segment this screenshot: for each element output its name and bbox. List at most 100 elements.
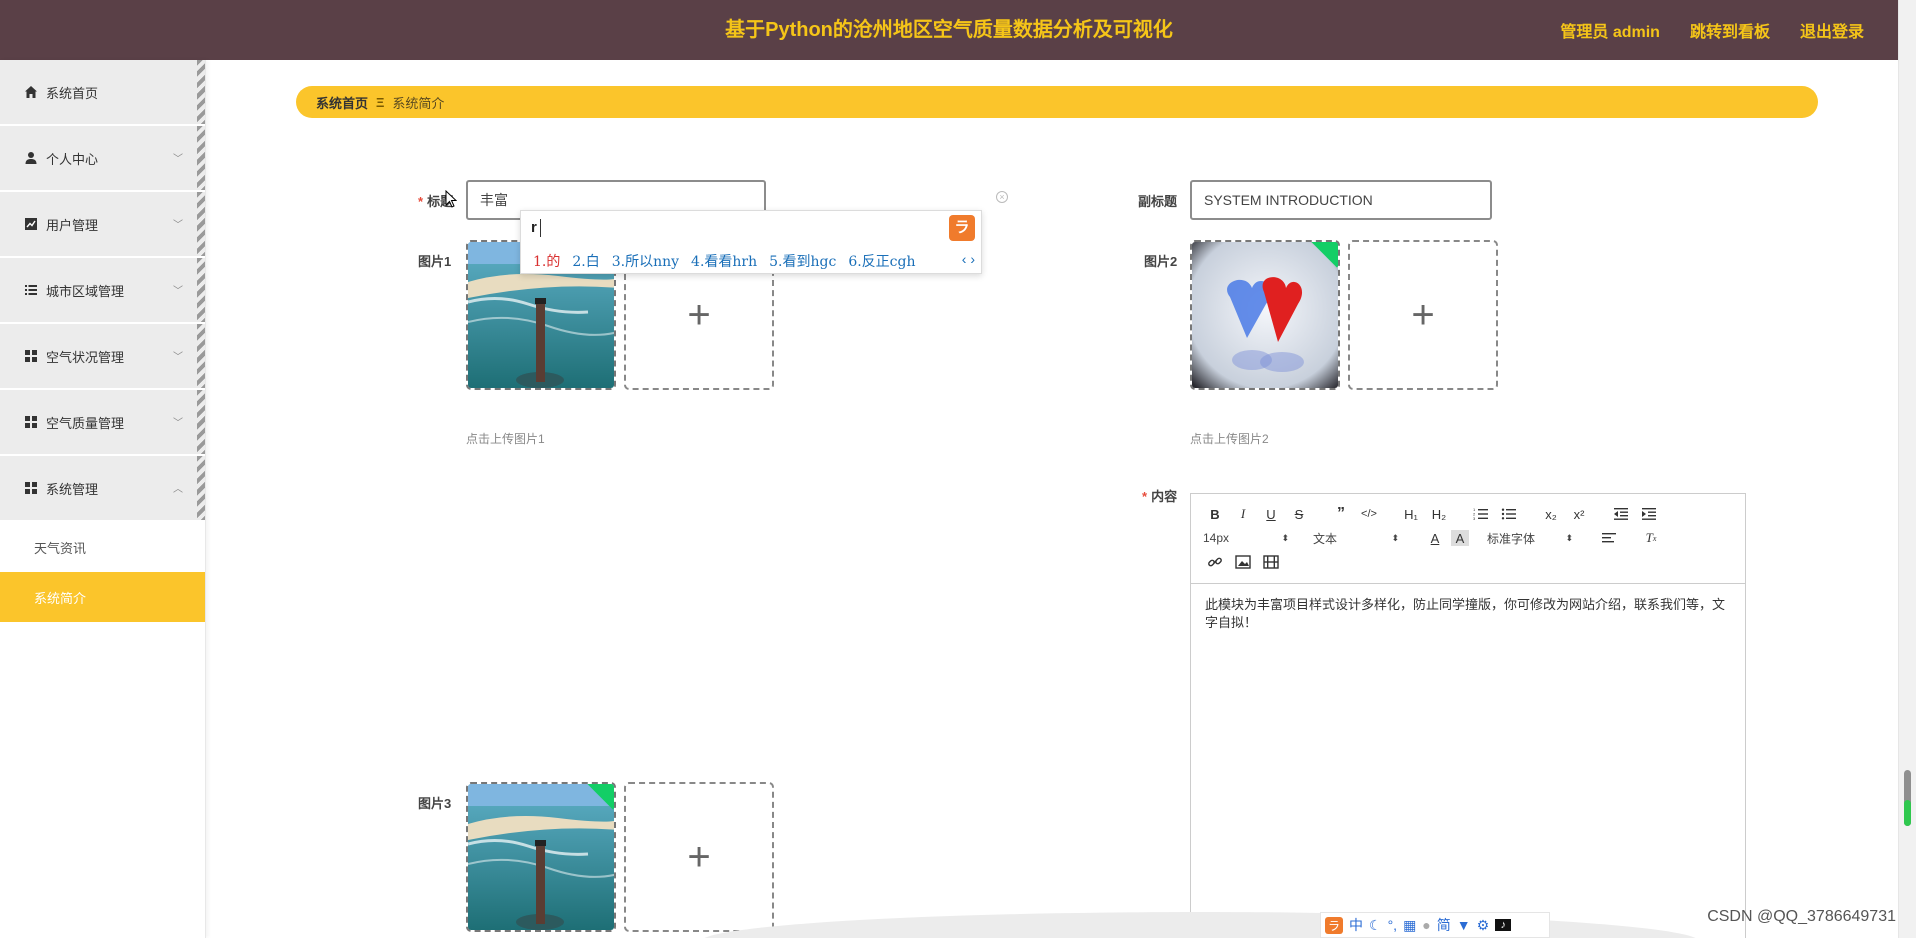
hearts-image xyxy=(1192,242,1338,388)
bold-button[interactable]: B xyxy=(1203,503,1227,525)
bullet-list-button[interactable] xyxy=(1497,503,1521,525)
pic3-upload-button[interactable]: + xyxy=(624,782,774,932)
ime-logo-icon: ラ xyxy=(949,215,975,241)
underline-button[interactable]: U xyxy=(1259,503,1283,525)
ime-candidate-popup: r ラ 1.的 2.白 3.所以nny 4.看看hrh 5.看到hgc 6.反正… xyxy=(520,210,982,274)
pic3-thumbnail[interactable] xyxy=(466,782,616,932)
breadcrumb-current: 系统简介 xyxy=(392,95,445,111)
subscript-button[interactable]: x₂ xyxy=(1539,503,1563,525)
video-icon[interactable] xyxy=(1259,551,1283,573)
sidebar-item-personal[interactable]: 个人中心 ﹀ xyxy=(0,126,205,192)
plus-icon: + xyxy=(687,835,711,879)
strike-button[interactable]: S xyxy=(1287,503,1311,525)
italic-button[interactable]: I xyxy=(1231,503,1255,525)
pic2-hint: 点击上传图片2 xyxy=(1190,432,1269,446)
ime-page-arrows[interactable]: ‹ › xyxy=(962,251,975,267)
ime-candidate[interactable]: 5.看到hgc xyxy=(769,251,836,271)
list-icon xyxy=(24,283,38,297)
mouse-cursor-icon xyxy=(445,190,457,208)
page-scrollbar[interactable] xyxy=(1898,0,1916,938)
font-size-select[interactable]: 14px ⬍ xyxy=(1203,531,1289,545)
chevron-down-icon: ﹀ xyxy=(173,352,183,363)
sidebar-item-regions[interactable]: 城市区域管理 ﹀ xyxy=(0,258,205,324)
outdent-button[interactable] xyxy=(1609,503,1633,525)
rich-text-editor: B I U S ” </> H₁ H₂ 123 x₂ x² 14px ⬍ 文本 … xyxy=(1190,493,1746,938)
content-label: * 内容 xyxy=(1142,486,1177,505)
sidebar: 系统首页 个人中心 ﹀ 用户管理 ﹀ 城市区域管理 ﹀ 空气状况管理 ﹀ 空气质… xyxy=(0,60,206,938)
skin-icon[interactable]: ▼ xyxy=(1457,917,1471,933)
ime-caret xyxy=(540,219,541,237)
chevron-down-icon: ﹀ xyxy=(173,154,183,165)
gear-icon[interactable]: ⚙ xyxy=(1477,917,1490,934)
moon-icon[interactable]: ☾ xyxy=(1369,917,1382,934)
sidebar-item-label: 个人中心 xyxy=(46,151,99,167)
background-color-button[interactable]: A xyxy=(1451,530,1469,546)
pic2-label: 图片2 xyxy=(1144,254,1178,269)
select-arrow-icon: ⬍ xyxy=(1565,532,1573,543)
ime-candidate[interactable]: 2.白 xyxy=(572,251,599,271)
ime-toolbar: ラ 中 ☾ °, ▦ ● 简 ▼ ⚙ ♪ xyxy=(1320,912,1550,938)
select-arrow-icon: ⬍ xyxy=(1391,532,1399,543)
home-icon xyxy=(24,85,38,99)
keyboard-icon[interactable]: ▦ xyxy=(1403,917,1416,934)
dashboard-link[interactable]: 跳转到看板 xyxy=(1690,18,1770,42)
code-block-button[interactable]: </> xyxy=(1357,503,1381,525)
ime-mode-chinese[interactable]: 中 xyxy=(1349,915,1363,935)
align-button[interactable] xyxy=(1597,527,1621,549)
clear-format-button[interactable]: Tx xyxy=(1639,527,1663,549)
admin-user-link[interactable]: 管理员 admin xyxy=(1560,18,1660,42)
clear-icon[interactable]: × xyxy=(996,191,1008,203)
sidebar-item-air-status[interactable]: 空气状况管理 ﹀ xyxy=(0,324,205,390)
font-color-button[interactable]: A xyxy=(1423,527,1447,549)
sidebar-item-label: 空气质量管理 xyxy=(46,415,125,431)
pic2-upload-button[interactable]: + xyxy=(1348,240,1498,390)
user-icon xyxy=(24,151,38,165)
lighthouse-image xyxy=(468,784,614,930)
sidebar-item-air-quality[interactable]: 空气质量管理 ﹀ xyxy=(0,390,205,456)
select-arrow-icon: ⬍ xyxy=(1281,532,1289,543)
ime-candidate[interactable]: 6.反正cgh xyxy=(848,251,915,271)
grid-icon xyxy=(24,481,38,495)
breadcrumb-home-link[interactable]: 系统首页 xyxy=(316,93,368,112)
logout-link[interactable]: 退出登录 xyxy=(1800,18,1864,42)
indent-button[interactable] xyxy=(1637,503,1661,525)
superscript-button[interactable]: x² xyxy=(1567,503,1591,525)
ime-typed-text: r xyxy=(531,219,537,236)
ime-candidate[interactable]: 3.所以nny xyxy=(612,251,679,271)
pic2-thumbnail[interactable] xyxy=(1190,240,1340,390)
ime-candidates: 1.的 2.白 3.所以nny 4.看看hrh 5.看到hgc 6.反正cgh xyxy=(533,251,916,271)
h1-button[interactable]: H₁ xyxy=(1399,503,1423,525)
chevron-up-icon: ︿ xyxy=(173,484,183,495)
editor-content[interactable]: 此模块为丰富项目样式设计多样化，防止同学撞版，你可修改为网站介绍，联系我们等，文… xyxy=(1191,584,1745,644)
link-icon[interactable] xyxy=(1203,551,1227,573)
chevron-down-icon: ﹀ xyxy=(173,418,183,429)
punctuation-icon[interactable]: °, xyxy=(1388,917,1398,933)
pic1-hint: 点击上传图片1 xyxy=(466,432,545,446)
sidebar-item-system[interactable]: 系统管理 ︿ xyxy=(0,456,205,522)
plus-icon: + xyxy=(687,293,711,337)
font-family-value: 标准字体 xyxy=(1487,531,1536,546)
tiktok-icon[interactable]: ♪ xyxy=(1495,919,1512,931)
sidebar-item-label: 系统管理 xyxy=(46,481,99,497)
ordered-list-button[interactable]: 123 xyxy=(1469,503,1493,525)
user-icon[interactable]: ● xyxy=(1422,917,1430,933)
blockquote-button[interactable]: ” xyxy=(1329,503,1353,525)
sidebar-item-home[interactable]: 系统首页 xyxy=(0,60,205,126)
sidebar-item-label: 系统首页 xyxy=(46,85,99,101)
chart-icon xyxy=(24,217,38,231)
header-select[interactable]: 文本 ⬍ xyxy=(1313,530,1399,547)
ime-logo-icon[interactable]: ラ xyxy=(1325,916,1343,934)
image-icon[interactable] xyxy=(1231,551,1255,573)
ime-candidate[interactable]: 1.的 xyxy=(533,251,560,271)
ime-candidate[interactable]: 4.看看hrh xyxy=(691,251,757,271)
h2-button[interactable]: H₂ xyxy=(1427,503,1451,525)
content-label-text: 内容 xyxy=(1151,489,1178,504)
top-bar: 基于Python的沧州地区空气质量数据分析及可视化 管理员 admin 跳转到看… xyxy=(0,0,1898,60)
font-family-select[interactable]: 标准字体 ⬍ xyxy=(1487,530,1573,547)
subtitle-input[interactable] xyxy=(1190,180,1492,220)
sidebar-item-users[interactable]: 用户管理 ﹀ xyxy=(0,192,205,258)
sidebar-subitem-weather-news[interactable]: 天气资讯 xyxy=(0,522,205,572)
sidebar-subitem-system-intro[interactable]: 系统简介 xyxy=(0,572,205,622)
ime-simplified[interactable]: 简 xyxy=(1437,915,1451,935)
plus-icon: + xyxy=(1411,293,1435,337)
